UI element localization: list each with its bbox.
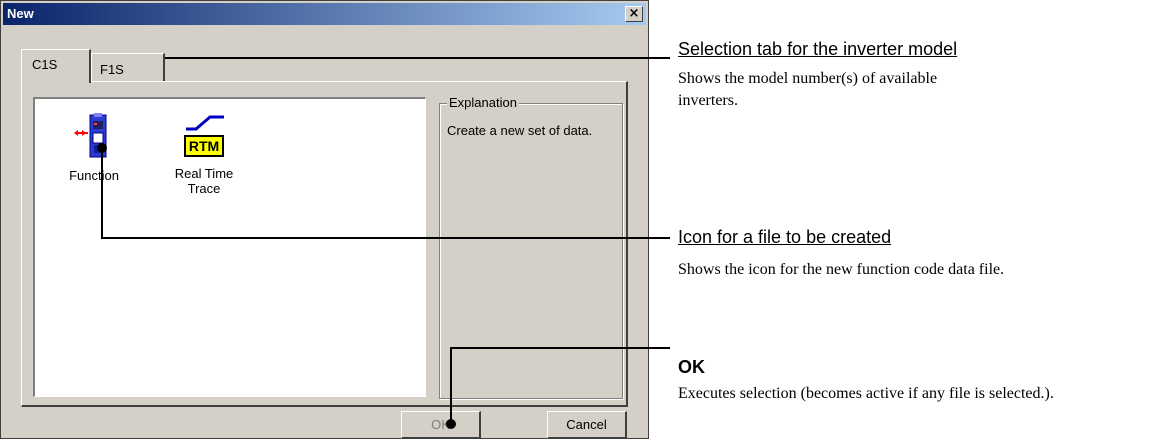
tab-f1s-label: F1S xyxy=(100,62,124,77)
callout-lines xyxy=(97,53,670,429)
annotation-title-ok: OK xyxy=(678,357,705,377)
callout-dot-icon xyxy=(97,143,107,153)
callout-line-ok xyxy=(450,347,670,424)
annotation-desc-tab: Shows the model number(s) of available i… xyxy=(678,70,938,109)
tab-f1s[interactable]: F1S xyxy=(91,53,165,81)
tab-c1s[interactable]: C1S xyxy=(21,49,91,83)
annotation-desc-icon: Shows the icon for the new function code… xyxy=(678,261,1005,278)
annotation-title-tab: Selection tab for the inverter model xyxy=(678,39,958,59)
callout-line-icon xyxy=(101,148,670,239)
annotation-desc-ok: Executes selection (becomes active if an… xyxy=(678,385,1054,402)
callout-dot-ok xyxy=(446,419,456,429)
tab-c1s-label: C1S xyxy=(32,57,58,72)
annotation-title-icon: Icon for a file to be created xyxy=(678,227,892,247)
